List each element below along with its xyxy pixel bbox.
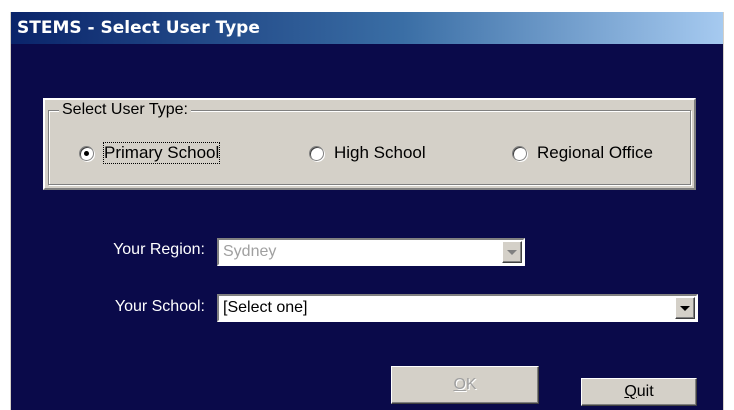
title-bar[interactable]: STEMS - Select User Type [11,12,723,44]
ok-button[interactable]: OK [391,366,539,404]
radio-primary-school[interactable]: Primary School [79,142,221,164]
quit-button[interactable]: Quit [581,378,697,406]
school-dropdown-button[interactable] [675,297,695,319]
quit-button-mnemonic: Q [624,383,637,400]
window-title: STEMS - Select User Type [17,18,260,38]
radio-regional-office-indicator[interactable] [512,145,527,161]
region-value: Sydney [223,243,277,260]
school-value: [Select one] [223,299,308,316]
radio-high-school[interactable]: High School [309,142,426,164]
dialog-client-area: Select User Type: Primary School High Sc… [11,44,723,410]
region-combobox[interactable]: Sydney [217,238,525,266]
radio-high-school-label[interactable]: High School [334,143,426,163]
radio-regional-office-label[interactable]: Regional Office [537,143,653,163]
ok-button-label-rest: K [465,376,477,393]
radio-regional-office[interactable]: Regional Office [512,142,653,164]
quit-button-label-rest: uit [636,383,654,400]
region-dropdown-button[interactable] [502,241,522,263]
chevron-down-icon [507,249,517,255]
user-type-groupbox: Select User Type: Primary School High Sc… [43,98,696,190]
radio-primary-school-indicator[interactable] [79,145,94,161]
radio-primary-school-label[interactable]: Primary School [102,142,221,164]
school-label: Your School: [114,298,205,315]
radio-high-school-indicator[interactable] [309,145,324,161]
region-label: Your Region: [113,241,205,258]
ok-button-mnemonic: O [453,376,466,393]
dialog-window: STEMS - Select User Type Select User Typ… [10,12,724,410]
chevron-down-icon [680,305,690,311]
school-combobox[interactable]: [Select one] [217,294,698,322]
groupbox-legend: Select User Type: [59,100,191,120]
